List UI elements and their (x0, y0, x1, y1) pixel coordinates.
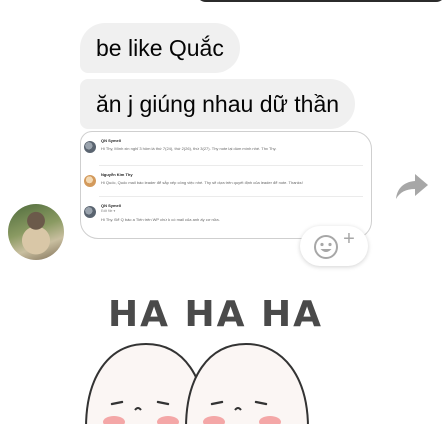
plus-icon: + (343, 227, 355, 250)
message-text: ăn j giúng nhau dữ thần (96, 90, 340, 117)
mini-avatar (84, 141, 96, 153)
sticker-characters (85, 342, 309, 424)
comment-edit-label: Edit file ▾ (101, 209, 116, 213)
mini-avatar (84, 206, 96, 218)
message-bubble[interactable]: be like Quắc (80, 23, 240, 73)
forward-arrow-icon[interactable] (394, 170, 430, 202)
comment-author: Nguyễn Kim Thy (101, 172, 133, 177)
haha-sticker[interactable]: HA HA HA (78, 286, 328, 424)
mini-avatar (84, 175, 96, 187)
screenshot-comment-row: QN Symell Hi Thy, Mình xin nghỉ 3 hôm là… (81, 136, 371, 166)
message-text: be like Quắc (96, 34, 224, 61)
comment-text: Hi Thy. Để Q báo a Tiến trên WP chứ k có… (101, 217, 220, 222)
shared-screenshot-message[interactable]: QN Symell Hi Thy, Mình xin nghỉ 3 hôm là… (80, 131, 372, 239)
user-avatar[interactable] (8, 204, 64, 260)
previous-message-bubble-edge (196, 0, 446, 2)
comment-text: Hi Quốc, Quốc mail báo leader để sắp xếp… (101, 180, 303, 185)
comment-author: QN Symell (101, 138, 122, 143)
divider (99, 165, 363, 166)
smiley-add-icon (314, 235, 339, 259)
message-bubble[interactable]: ăn j giúng nhau dữ thần (80, 79, 356, 129)
divider (99, 196, 363, 197)
comment-text: Hi Thy, Mình xin nghỉ 3 hôm là thứ 7(24)… (101, 146, 277, 151)
sticker-caption: HA HA HA (108, 294, 324, 335)
comment-author: QN Symell (101, 203, 122, 208)
add-reaction-button[interactable]: + (300, 226, 368, 266)
